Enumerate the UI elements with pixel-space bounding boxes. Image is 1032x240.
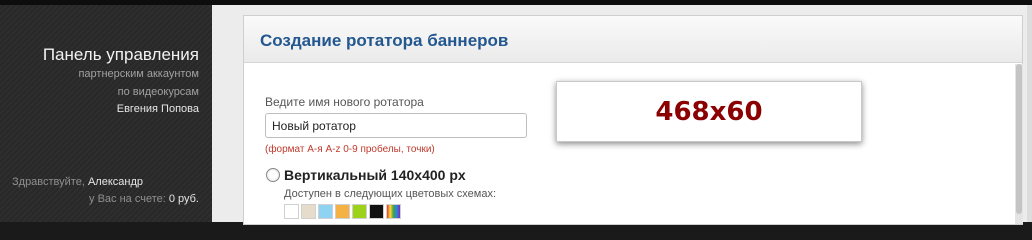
color-swatch-white[interactable]	[284, 204, 299, 219]
rotator-panel: Создание ротатора баннеров Ведите имя но…	[243, 15, 1023, 225]
rotator-name-input[interactable]	[265, 113, 527, 138]
main-content: Создание ротатора баннеров Ведите имя но…	[212, 5, 1032, 225]
panel-title: Создание ротатора баннеров	[260, 31, 509, 50]
panel-header: Создание ротатора баннеров	[244, 16, 1022, 63]
user-name: Александр	[87, 176, 144, 188]
right-gutter	[1027, 5, 1032, 222]
color-swatch-rainbow[interactable]	[386, 204, 401, 219]
balance-value: 0 руб.	[168, 193, 199, 205]
sidebar-subtitle-line2: по видеокурсам	[117, 86, 199, 98]
color-swatch-orange[interactable]	[335, 204, 350, 219]
sidebar-title: Панель управления	[42, 45, 199, 64]
vertical-format-label[interactable]: Вертикальный 140x400 px	[284, 167, 466, 183]
greeting-text: Здравствуйте,	[12, 176, 85, 188]
sidebar-owner-name: Евгения Попова	[116, 103, 199, 115]
color-swatch-beige[interactable]	[301, 204, 316, 219]
account-balance: у Вас на счете: 0 руб.	[89, 193, 199, 205]
scrollbar-thumb[interactable]	[1016, 64, 1022, 214]
sidebar: Панель управления партнерским аккаунтом …	[0, 5, 212, 222]
vertical-format-radio[interactable]	[266, 168, 280, 182]
color-swatch-black[interactable]	[369, 204, 384, 219]
color-swatch-light-blue[interactable]	[318, 204, 333, 219]
rotator-name-label: Ведите имя нового ротатора	[265, 95, 424, 109]
format-hint: (формат А-я A-z 0-9 пробелы, точки)	[265, 144, 435, 155]
color-schemes-label: Доступен в следующих цветовых схемах:	[284, 188, 497, 200]
greeting: Здравствуйте, Александр	[12, 176, 143, 188]
balance-label: у Вас на счете:	[89, 193, 166, 205]
sidebar-subtitle-line1: партнерским аккаунтом	[78, 68, 199, 80]
scrollbar[interactable]	[1015, 64, 1023, 224]
color-swatches	[284, 204, 401, 219]
banner-preview: 468x60	[556, 81, 862, 142]
banner-size-text: 468x60	[655, 96, 763, 127]
color-swatch-green[interactable]	[352, 204, 367, 219]
